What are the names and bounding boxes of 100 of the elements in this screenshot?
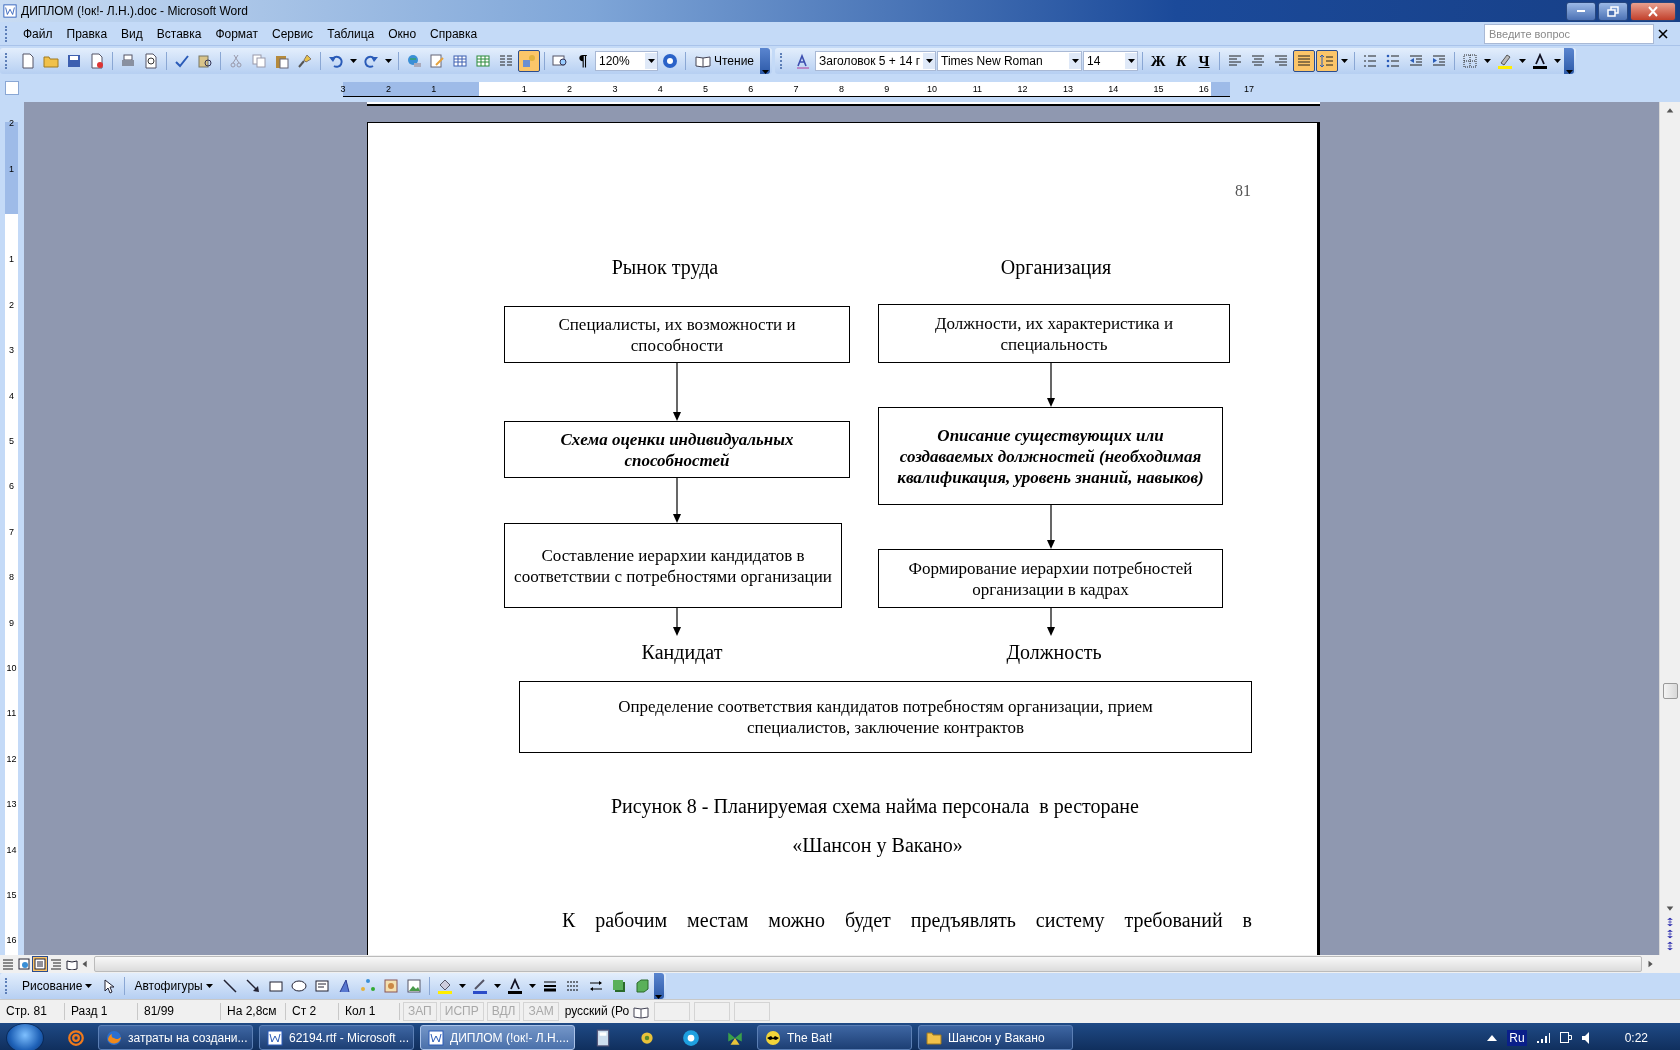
ruler-number: 2 (385, 83, 391, 96)
caret-icon (350, 59, 357, 63)
ruler-number: 12 (1017, 83, 1028, 96)
drawing-icon (521, 53, 537, 69)
reading-button[interactable]: Чтение (690, 50, 760, 72)
caret-icon (647, 59, 655, 63)
start-button[interactable] (6, 1022, 44, 1050)
drawing-button[interactable] (518, 50, 540, 72)
ruler-number: 5 (703, 83, 708, 96)
ruler-number: 10 (5, 663, 18, 673)
save-icon (66, 53, 82, 69)
web-view-button[interactable] (16, 956, 32, 972)
paste-icon (274, 53, 290, 69)
format-painter-icon (297, 53, 313, 69)
arrow (673, 362, 681, 421)
menu-item[interactable]: Справка (423, 24, 485, 43)
print-layout-button[interactable] (32, 956, 48, 972)
caret-icon (85, 984, 93, 988)
ruler-number: 16 (1198, 83, 1209, 96)
ruler-number: 13 (5, 799, 18, 810)
font-color-icon (506, 978, 523, 994)
diagram-box: Должности, их характеристика и специальность (878, 304, 1230, 363)
arrow-icon (244, 978, 261, 994)
rectangle-icon (267, 978, 284, 994)
text-box-icon (313, 978, 330, 994)
styles-icon (795, 53, 812, 69)
font-size-dropdown[interactable]: 14 (1083, 51, 1139, 71)
show-marks-button[interactable]: ¶ (572, 50, 594, 72)
toolbar-options-button[interactable] (1564, 48, 1575, 74)
diagram-label: Кандидат (641, 640, 723, 665)
toolbar-options-button[interactable] (760, 48, 771, 74)
ruler-number: 1 (8, 163, 15, 174)
caret-icon (1071, 59, 1079, 63)
menu-item[interactable]: Сервис (265, 24, 321, 43)
scroll-thumb[interactable] (1663, 683, 1678, 699)
diagram-box: Специалисты, их возможности и способности (504, 306, 850, 363)
increase-indent-icon (1431, 53, 1448, 69)
ruler-number: 16 (5, 935, 18, 946)
menu-item[interactable]: Окно (381, 24, 424, 43)
diagram-box: Составление иерархии кандидатов в соответствии с потребностями организации (504, 523, 842, 608)
italic-button[interactable]: К (1170, 50, 1193, 72)
permission-icon (89, 53, 105, 69)
horizontal-scrollbar[interactable] (94, 956, 1642, 972)
zoom-dropdown[interactable]: 120% (595, 51, 658, 71)
taskbar-button[interactable]: ДИПЛОМ (!ок!- Л.Н.... (420, 1025, 575, 1050)
diagram-box: Схема оценки индивидуальных способностей (504, 421, 850, 478)
ruler-number: 14 (1108, 83, 1119, 96)
line-color-icon (471, 978, 488, 994)
toolbar-options-button[interactable] (653, 973, 664, 999)
normal-view-button[interactable] (0, 956, 16, 972)
language-indicator: русский (Ро (563, 1003, 631, 1020)
menu-item[interactable]: Таблица (320, 24, 382, 43)
bold-button[interactable]: Ж (1147, 50, 1170, 72)
arrow (1047, 362, 1055, 407)
outline-icon (50, 958, 62, 970)
menu-item[interactable]: Правка (59, 24, 115, 43)
taskbar-button[interactable]: Шансон у Вакано (918, 1025, 1073, 1050)
menu-item[interactable]: Формат (208, 24, 266, 43)
ruler-number: 8 (8, 572, 15, 583)
ruler-number: 10 (927, 83, 937, 96)
line-spacing-button[interactable] (1316, 50, 1339, 72)
taskbar-button[interactable]: затраты на создани... (98, 1025, 253, 1050)
input-language[interactable]: Ru (1507, 1029, 1527, 1046)
status-field: Разд 1 (65, 1003, 138, 1020)
menu-item[interactable]: Файл (16, 24, 60, 43)
undo-icon (328, 53, 344, 69)
close-button[interactable] (1630, 1, 1676, 21)
volume-icon (1581, 1031, 1589, 1044)
figure-caption: «Шансон у Вакано» (792, 833, 963, 859)
restore-button[interactable] (1598, 1, 1628, 21)
book-icon (66, 958, 78, 970)
ruler-number: 1 (431, 83, 437, 96)
copy-icon (251, 53, 267, 69)
clock[interactable]: 0:22 (1624, 1030, 1648, 1045)
caret-icon (1127, 59, 1135, 63)
cut-icon (228, 53, 244, 69)
borders-icon (1462, 53, 1479, 69)
scroll-left-icon (80, 959, 90, 969)
diagram-heading: Рынок труда (611, 255, 719, 280)
help-search-field[interactable]: Введите вопрос (1484, 23, 1654, 44)
caret-icon (493, 984, 501, 988)
signal-icon (1536, 1032, 1550, 1043)
minimize-button[interactable] (1566, 1, 1596, 21)
taskbar-button[interactable]: 62194.rtf - Microsoft ... (259, 1025, 414, 1050)
justify-button[interactable] (1293, 50, 1316, 72)
ruler-number: 15 (5, 890, 18, 900)
style-dropdown[interactable]: Заголовок 5 + 14 г (815, 51, 937, 71)
columns-icon (498, 53, 514, 69)
ruler-number: 13 (1062, 83, 1073, 96)
taskbar-button[interactable]: The Bat! (757, 1025, 912, 1050)
caret-icon (1341, 59, 1349, 63)
autoshapes-menu[interactable]: Автофигуры (129, 976, 218, 996)
font-dropdown[interactable]: Times New Roman (937, 51, 1083, 71)
line-icon (221, 978, 238, 994)
underline-button[interactable]: Ч (1193, 50, 1216, 72)
bat-icon (765, 1029, 781, 1046)
research-icon (197, 53, 213, 69)
drawing-menu[interactable]: Рисование (17, 976, 98, 996)
menu-item[interactable]: Вид (114, 24, 150, 43)
menu-item[interactable]: Вставка (149, 24, 209, 43)
